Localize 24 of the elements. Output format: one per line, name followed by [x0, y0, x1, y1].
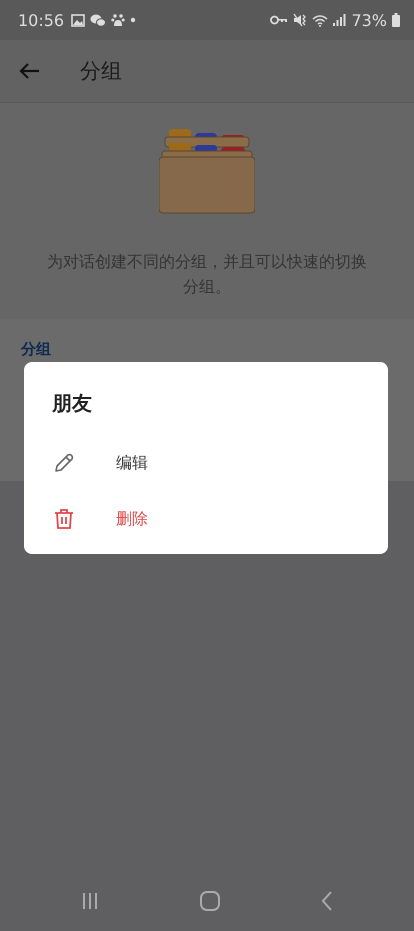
- file-box-icon: [159, 127, 255, 215]
- menu-item[interactable]: 编辑: [24, 435, 388, 491]
- back-arrow-icon[interactable]: [18, 62, 40, 80]
- dialog-title: 朋友: [52, 390, 93, 417]
- trash-icon: [52, 507, 76, 531]
- back-icon[interactable]: [320, 890, 334, 912]
- signal-icon: [333, 14, 346, 26]
- mute-vibrate-icon: [293, 13, 308, 27]
- battery-percent: 73%: [351, 10, 387, 30]
- dot-icon: [130, 17, 136, 23]
- wifi-icon: [312, 14, 328, 26]
- menu-item-label: 编辑: [116, 452, 148, 474]
- section-header: 分组: [21, 340, 51, 358]
- chat-bubbles-icon: [90, 14, 106, 26]
- menu-item[interactable]: 删除: [24, 491, 388, 547]
- paw-icon: [111, 13, 126, 27]
- battery-icon: [392, 13, 400, 27]
- screen-title: 分组: [80, 58, 122, 85]
- key-icon: [270, 15, 288, 25]
- status-time: 10:56: [18, 10, 64, 30]
- image-icon: [71, 14, 86, 26]
- pencil-icon: [52, 451, 76, 475]
- home-icon[interactable]: [198, 890, 221, 912]
- menu-item-label: 删除: [116, 508, 148, 530]
